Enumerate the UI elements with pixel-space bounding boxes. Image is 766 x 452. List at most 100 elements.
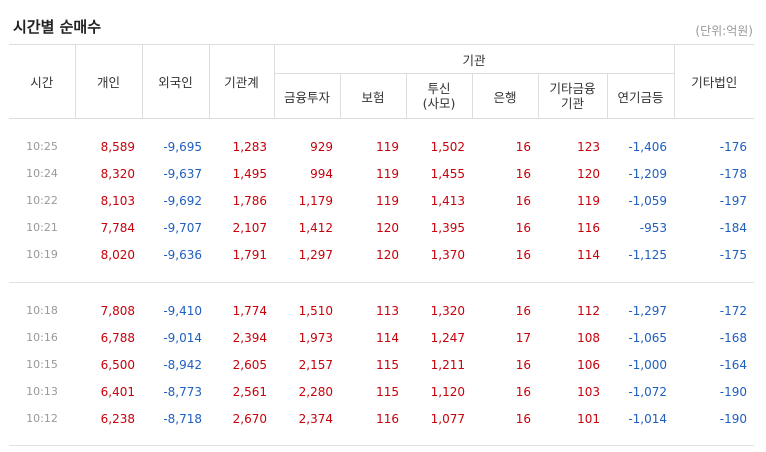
individual-cell: 8,020 [100,247,135,262]
bank-cell: 17 [515,330,531,345]
insurance-cell: 120 [376,247,399,262]
time-cell: 10:25 [26,140,58,153]
unit-label: (단위:억원) [695,24,753,38]
inst-total-cell: 2,107 [232,220,267,235]
table-header: 시간 개인 외국인 기관계 기관 기타법인 금융투자 보험 투신 (사모) 은행… [9,44,755,119]
insurance-cell: 115 [376,357,399,372]
bank-cell: 16 [515,384,531,399]
table-row: 10:19 8,020 -9,636 1,791 1,297 120 1,370… [9,241,754,268]
time-cell: 10:22 [26,194,58,207]
inst-total-cell: 1,786 [232,193,267,208]
trust-cell: 1,370 [430,247,465,262]
bank-cell: 16 [515,411,531,426]
table-row: 10:24 8,320 -9,637 1,495 994 119 1,455 1… [9,160,754,187]
other-corp-cell: -172 [719,303,748,318]
fin-invest-cell: 2,280 [298,384,333,399]
col-time-header: 시간 [9,44,75,119]
col-pension-header: 연기금등 [606,73,675,119]
other-fin-cell: 103 [577,384,600,399]
page-title: 시간별 순매수 [13,18,102,36]
table-row: 10:18 7,808 -9,410 1,774 1,510 113 1,320… [9,297,754,324]
table-row: 10:25 8,589 -9,695 1,283 929 119 1,502 1… [9,133,754,160]
insurance-cell: 113 [376,303,399,318]
pension-cell: -1,125 [628,247,668,262]
time-cell: 10:13 [26,385,58,398]
individual-cell: 6,788 [100,330,135,345]
inst-total-cell: 1,774 [232,303,267,318]
fin-invest-cell: 1,297 [298,247,333,262]
foreign-cell: -9,707 [163,220,202,235]
other-corp-cell: -168 [719,330,748,345]
inst-total-cell: 1,283 [232,139,267,154]
other-fin-cell: 119 [577,193,600,208]
col-individual-header: 개인 [74,44,142,119]
trust-header-line2: (사모) [422,96,456,111]
individual-cell: 8,103 [100,193,135,208]
fin-invest-cell: 1,973 [298,330,333,345]
table-row: 10:12 6,238 -8,718 2,670 2,374 116 1,077… [9,405,754,432]
other-corp-cell: -176 [719,139,748,154]
trust-cell: 1,120 [430,384,465,399]
bank-cell: 16 [515,193,531,208]
fin-invest-cell: 1,412 [298,220,333,235]
individual-cell: 7,808 [100,303,135,318]
fin-invest-cell: 2,374 [298,411,333,426]
other-fin-cell: 114 [577,247,600,262]
foreign-cell: -9,695 [163,139,202,154]
time-cell: 10:24 [26,167,58,180]
col-inst-group-header: 기관 [273,44,675,74]
individual-cell: 6,238 [100,411,135,426]
inst-total-cell: 1,495 [232,166,267,181]
col-foreign-header: 외국인 [141,44,209,119]
table-bottom-border [9,432,755,446]
time-cell: 10:12 [26,412,58,425]
foreign-cell: -9,637 [163,166,202,181]
insurance-cell: 119 [376,193,399,208]
inst-total-cell: 1,791 [232,247,267,262]
pension-cell: -1,014 [628,411,668,426]
other-corp-cell: -190 [719,384,748,399]
time-cell: 10:19 [26,248,58,261]
table-row: 10:16 6,788 -9,014 2,394 1,973 114 1,247… [9,324,754,351]
col-fin-invest-header: 금융투자 [273,73,340,119]
bank-cell: 16 [515,247,531,262]
insurance-cell: 119 [376,166,399,181]
individual-cell: 8,589 [100,139,135,154]
col-other-fin-header: 기타금융 기관 [537,73,607,119]
foreign-cell: -9,410 [163,303,202,318]
individual-cell: 7,784 [100,220,135,235]
trust-cell: 1,077 [430,411,465,426]
fin-invest-cell: 1,510 [298,303,333,318]
trust-cell: 1,320 [430,303,465,318]
trust-cell: 1,502 [430,139,465,154]
col-bank-header: 은행 [471,73,538,119]
pension-cell: -1,406 [628,139,668,154]
net-buy-table: 시간 개인 외국인 기관계 기관 기타법인 금융투자 보험 투신 (사모) 은행… [9,44,755,446]
fin-invest-cell: 994 [310,166,333,181]
foreign-cell: -9,014 [163,330,202,345]
pension-cell: -1,297 [628,303,668,318]
other-fin-cell: 123 [577,139,600,154]
table-row: 10:21 7,784 -9,707 2,107 1,412 120 1,395… [9,214,754,241]
insurance-cell: 116 [376,411,399,426]
bank-cell: 16 [515,166,531,181]
other-corp-cell: -190 [719,411,748,426]
insurance-cell: 115 [376,384,399,399]
foreign-cell: -8,942 [163,357,202,372]
inst-total-cell: 2,670 [232,411,267,426]
other-fin-header-line1: 기타금융 [549,81,596,96]
bank-cell: 16 [515,139,531,154]
pension-cell: -1,065 [628,330,668,345]
bank-cell: 16 [515,303,531,318]
bank-cell: 16 [515,357,531,372]
trust-cell: 1,247 [430,330,465,345]
individual-cell: 6,500 [100,357,135,372]
pension-cell: -1,059 [628,193,668,208]
fin-invest-cell: 929 [310,139,333,154]
other-corp-cell: -164 [719,357,748,372]
insurance-cell: 114 [376,330,399,345]
fin-invest-cell: 1,179 [298,193,333,208]
individual-cell: 6,401 [100,384,135,399]
fin-invest-cell: 2,157 [298,357,333,372]
pension-cell: -1,072 [628,384,668,399]
